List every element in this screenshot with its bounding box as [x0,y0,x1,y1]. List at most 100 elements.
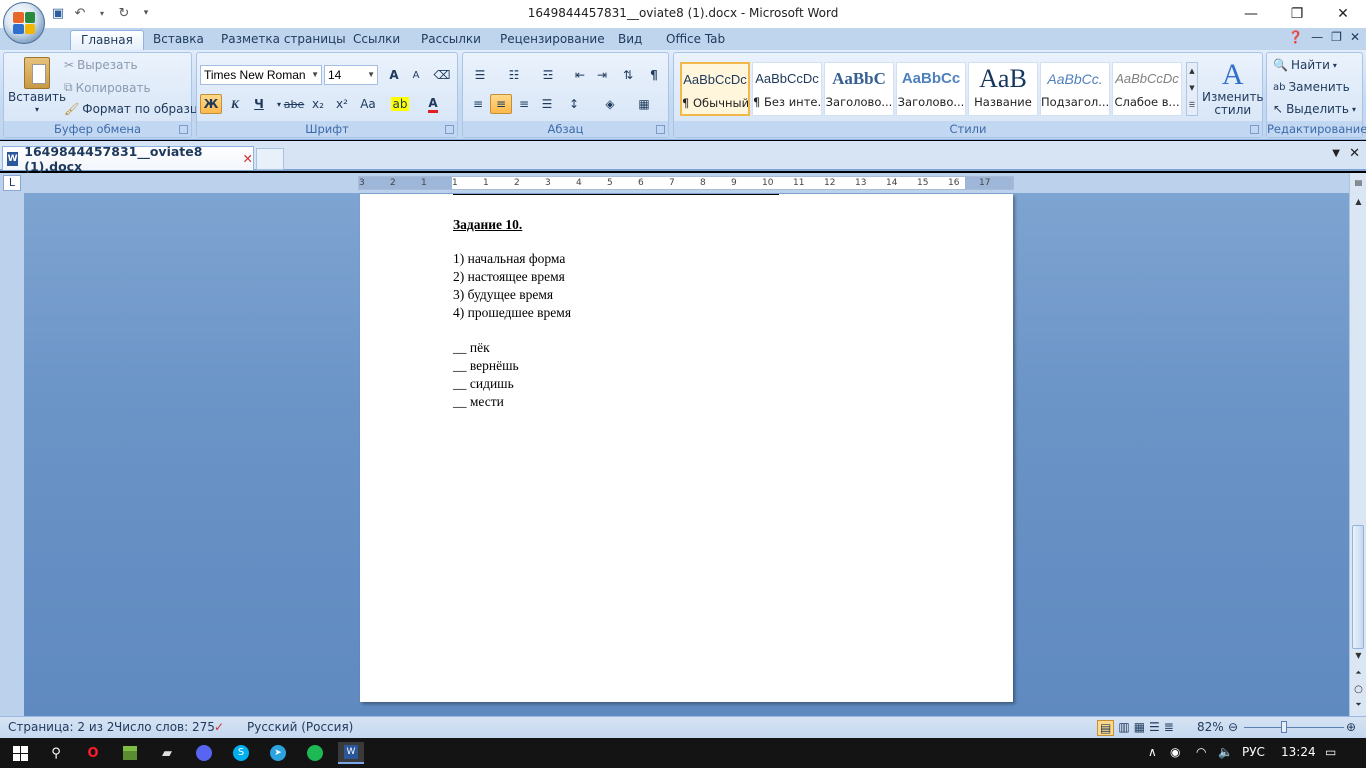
prev-page-icon[interactable]: ⏶ [1350,668,1366,678]
page-indicator[interactable]: Страница: 2 из 2 [8,720,114,734]
grow-font-button[interactable]: A [383,65,405,85]
doc-restore-icon[interactable]: ❐ [1331,30,1342,44]
input-language[interactable]: РУС [1242,745,1265,759]
find-button[interactable]: 🔍 Найти ▾ [1273,58,1337,72]
full-screen-reading-icon[interactable]: ▥ [1118,720,1129,736]
tab-insert[interactable]: Вставка [143,30,214,50]
restore-button[interactable]: ❐ [1274,0,1320,28]
print-layout-icon[interactable]: ▤ [1097,720,1115,736]
underline-button[interactable]: Ч [248,94,270,114]
numbering-icon[interactable]: ☷ [503,65,525,85]
scroll-down-icon[interactable]: ▼ [1350,651,1366,660]
change-case-button[interactable]: Aa [357,94,379,114]
copy-button[interactable]: ⧉ Копировать [64,80,151,95]
document-tab[interactable]: W 1649844457831__oviate8 (1).docx ✕ [2,144,254,174]
highlight-icon[interactable]: ab [389,94,411,114]
zoom-level[interactable]: 82% [1197,720,1224,734]
style-heading-2[interactable]: AaBbCc Заголово... [896,62,966,116]
cut-button[interactable]: ✂ Вырезать [64,58,138,72]
styles-launcher-icon[interactable] [1250,125,1259,134]
file-explorer-icon[interactable]: ▰ [155,742,179,764]
style-no-spacing[interactable]: AaBbCcDc ¶ Без инте... [752,62,822,116]
show-hidden-icons[interactable]: ∧ [1148,745,1157,759]
web-layout-icon[interactable]: ▦ [1134,720,1145,736]
style-normal[interactable]: AaBbCcDc ¶ Обычный [680,62,750,116]
select-button[interactable]: ↖ Выделить ▾ [1273,102,1356,116]
start-windows-icon[interactable] [8,742,32,764]
minimize-button[interactable]: — [1228,0,1274,28]
telegram-icon[interactable]: ➤ [266,742,290,764]
word-taskbar-icon[interactable]: W [338,742,364,764]
format-painter-button[interactable]: 🖌 Формат по образцу [64,102,205,116]
align-center-icon[interactable]: ≡ [490,94,512,114]
align-right-icon[interactable]: ≡ [513,94,535,114]
align-left-icon[interactable]: ≡ [467,94,489,114]
italic-button[interactable]: К [224,94,246,114]
volume-icon[interactable]: 🔈 [1218,745,1233,759]
paste-button[interactable]: Вставить ▾ [8,57,66,114]
discord-tray-icon[interactable]: ◉ [1170,745,1180,759]
minecraft-icon[interactable] [118,742,142,764]
bullets-icon[interactable]: ☰ [469,65,491,85]
zoom-slider[interactable] [1244,727,1344,728]
sort-icon[interactable]: ⇅ [617,65,639,85]
tab-office-tab[interactable]: Office Tab [656,30,735,50]
tab-references[interactable]: Ссылки [343,30,410,50]
wifi-icon[interactable]: ◠ [1196,745,1206,759]
tab-mailings[interactable]: Рассылки [411,30,491,50]
replace-button[interactable]: ab Заменить [1273,80,1350,94]
tab-selector[interactable]: L [3,175,21,191]
spotify-icon[interactable] [303,742,327,764]
outline-icon[interactable]: ☰ [1149,720,1160,736]
document-page[interactable]: Задание 10. 1) начальная форма 2) настоя… [360,194,1013,702]
tab-home[interactable]: Главная [70,30,144,50]
close-all-icon[interactable]: ✕ [1349,146,1360,161]
style-subtle-emphasis[interactable]: AaBbCcDc Слабое в... [1112,62,1182,116]
subscript-button[interactable]: x₂ [307,94,329,114]
new-tab-button[interactable] [256,148,284,170]
tab-list-icon[interactable]: ▼ [1332,148,1340,159]
horizontal-ruler[interactable]: 3 2 1 1 1 2 3 4 5 6 7 8 9 10 11 12 13 14 15 16 17 [358,176,1014,190]
spelling-icon[interactable]: ✓ [214,720,224,734]
line-spacing-icon[interactable]: ↕ [563,94,585,114]
bold-button[interactable]: Ж [200,94,222,114]
clock[interactable]: 13:24 [1281,745,1316,759]
tab-view[interactable]: Вид [608,30,652,50]
opera-icon[interactable]: O [81,742,105,764]
style-title[interactable]: AaB Название [968,62,1038,116]
discord-icon[interactable] [192,742,216,764]
justify-icon[interactable]: ☰ [536,94,558,114]
close-button[interactable]: ✕ [1320,0,1366,28]
clipboard-launcher-icon[interactable] [179,125,188,134]
language-indicator[interactable]: Русский (Россия) [247,720,353,734]
styles-scroll[interactable]: ▲ ▼ ☰ [1186,62,1198,116]
help-icon[interactable]: ❓ [1288,30,1303,44]
shrink-font-button[interactable]: A [405,65,427,85]
doc-minimize-icon[interactable]: — [1311,30,1323,44]
decrease-indent-icon[interactable]: ⇤ [569,65,591,85]
search-icon[interactable]: ⚲ [44,742,68,764]
strikethrough-button[interactable]: abe [283,94,305,114]
next-page-icon[interactable]: ⏷ [1350,700,1366,710]
paragraph-launcher-icon[interactable] [656,125,665,134]
tab-review[interactable]: Рецензирование [490,30,615,50]
font-launcher-icon[interactable] [445,125,454,134]
scroll-thumb[interactable] [1352,525,1364,649]
word-count[interactable]: Число слов: 275 [114,720,215,734]
vertical-scrollbar[interactable]: ▤ ▲ ▼ ⏶ ○ ⏷ [1349,173,1366,716]
zoom-in-icon[interactable]: ⊕ [1346,720,1356,734]
close-tab-icon[interactable]: ✕ [243,151,253,166]
style-heading-1[interactable]: AaBbC Заголово... [824,62,894,116]
font-size-combo[interactable]: 14 ▼ [324,65,378,85]
draft-icon[interactable]: ≣ [1164,720,1174,736]
zoom-out-icon[interactable]: ⊖ [1228,720,1238,734]
tab-page-layout[interactable]: Разметка страницы [211,30,356,50]
scroll-up-icon[interactable]: ▲ [1350,197,1366,206]
notifications-icon[interactable]: ▭ [1325,745,1336,759]
style-subtitle[interactable]: AaBbCc. Подзагол... [1040,62,1110,116]
doc-close-icon[interactable]: ✕ [1350,30,1360,44]
increase-indent-icon[interactable]: ⇥ [591,65,613,85]
borders-icon[interactable]: ▦ [633,94,655,114]
show-formatting-icon[interactable]: ¶ [643,65,665,85]
zoom-slider-thumb[interactable] [1281,721,1287,733]
